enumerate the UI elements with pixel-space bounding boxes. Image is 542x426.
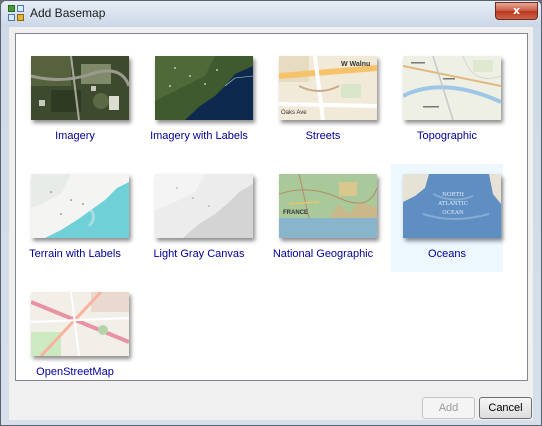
- basemap-label: OpenStreetMap: [36, 366, 114, 378]
- streets-thumbnail: W Walnu Oaks Ave: [279, 56, 377, 120]
- basemap-gallery-icon: [8, 5, 24, 21]
- light-gray-canvas-thumbnail: [155, 174, 253, 238]
- dialog-client-area: Imagery Imagery with Labels W Walnu Oaks…: [9, 27, 533, 420]
- basemap-tile-streets[interactable]: W Walnu Oaks Ave Streets: [267, 46, 379, 154]
- basemap-tile-imagery[interactable]: Imagery: [19, 46, 131, 154]
- oceans-map-text-2: ATLANTIC: [437, 201, 468, 207]
- cancel-button[interactable]: Cancel: [479, 397, 532, 419]
- basemap-tile-national-geographic[interactable]: FRANCE National Geographic: [267, 164, 379, 272]
- basemap-tile-oceans[interactable]: NORTH ATLANTIC OCEAN Oceans: [391, 164, 503, 272]
- add-basemap-dialog: Add Basemap x Imagery Imagery with Label…: [0, 0, 542, 426]
- basemap-label: Streets: [305, 130, 341, 142]
- close-button[interactable]: x: [495, 2, 538, 20]
- basemap-label: Oceans: [428, 248, 466, 260]
- basemap-tile-light-gray-canvas[interactable]: Light Gray Canvas: [143, 164, 255, 272]
- basemap-tile-topographic[interactable]: Topographic: [391, 46, 503, 154]
- streets-map-text-1: W Walnu: [341, 61, 370, 68]
- national-geographic-thumbnail: FRANCE: [279, 174, 377, 238]
- basemap-gallery: Imagery Imagery with Labels W Walnu Oaks…: [15, 33, 528, 381]
- imagery-with-labels-thumbnail: [155, 56, 253, 120]
- imagery-thumbnail: [31, 56, 129, 120]
- basemap-label: Imagery: [55, 130, 95, 142]
- basemap-label: Terrain with Labels: [29, 248, 121, 260]
- basemap-tile-openstreetmap[interactable]: OpenStreetMap: [19, 282, 131, 390]
- basemap-tile-imagery-with-labels[interactable]: Imagery with Labels: [143, 46, 255, 154]
- basemap-label: Light Gray Canvas: [153, 248, 245, 260]
- national-geographic-map-text: FRANCE: [283, 210, 308, 216]
- streets-map-text-2: Oaks Ave: [281, 110, 307, 116]
- basemap-tile-terrain-with-labels[interactable]: Terrain with Labels: [19, 164, 131, 272]
- basemap-label: Imagery with Labels: [150, 130, 248, 142]
- terrain-thumbnail: [31, 174, 129, 238]
- oceans-map-text-3: OCEAN: [442, 210, 464, 216]
- add-button[interactable]: Add: [422, 397, 475, 419]
- openstreetmap-thumbnail: [31, 292, 129, 356]
- title-bar[interactable]: Add Basemap x: [1, 1, 541, 27]
- window-title: Add Basemap: [30, 6, 106, 20]
- topographic-thumbnail: [403, 56, 501, 120]
- basemap-label: Topographic: [417, 130, 477, 142]
- oceans-thumbnail: NORTH ATLANTIC OCEAN: [403, 174, 501, 238]
- basemap-label: National Geographic: [272, 248, 374, 260]
- oceans-map-text-1: NORTH: [442, 192, 464, 198]
